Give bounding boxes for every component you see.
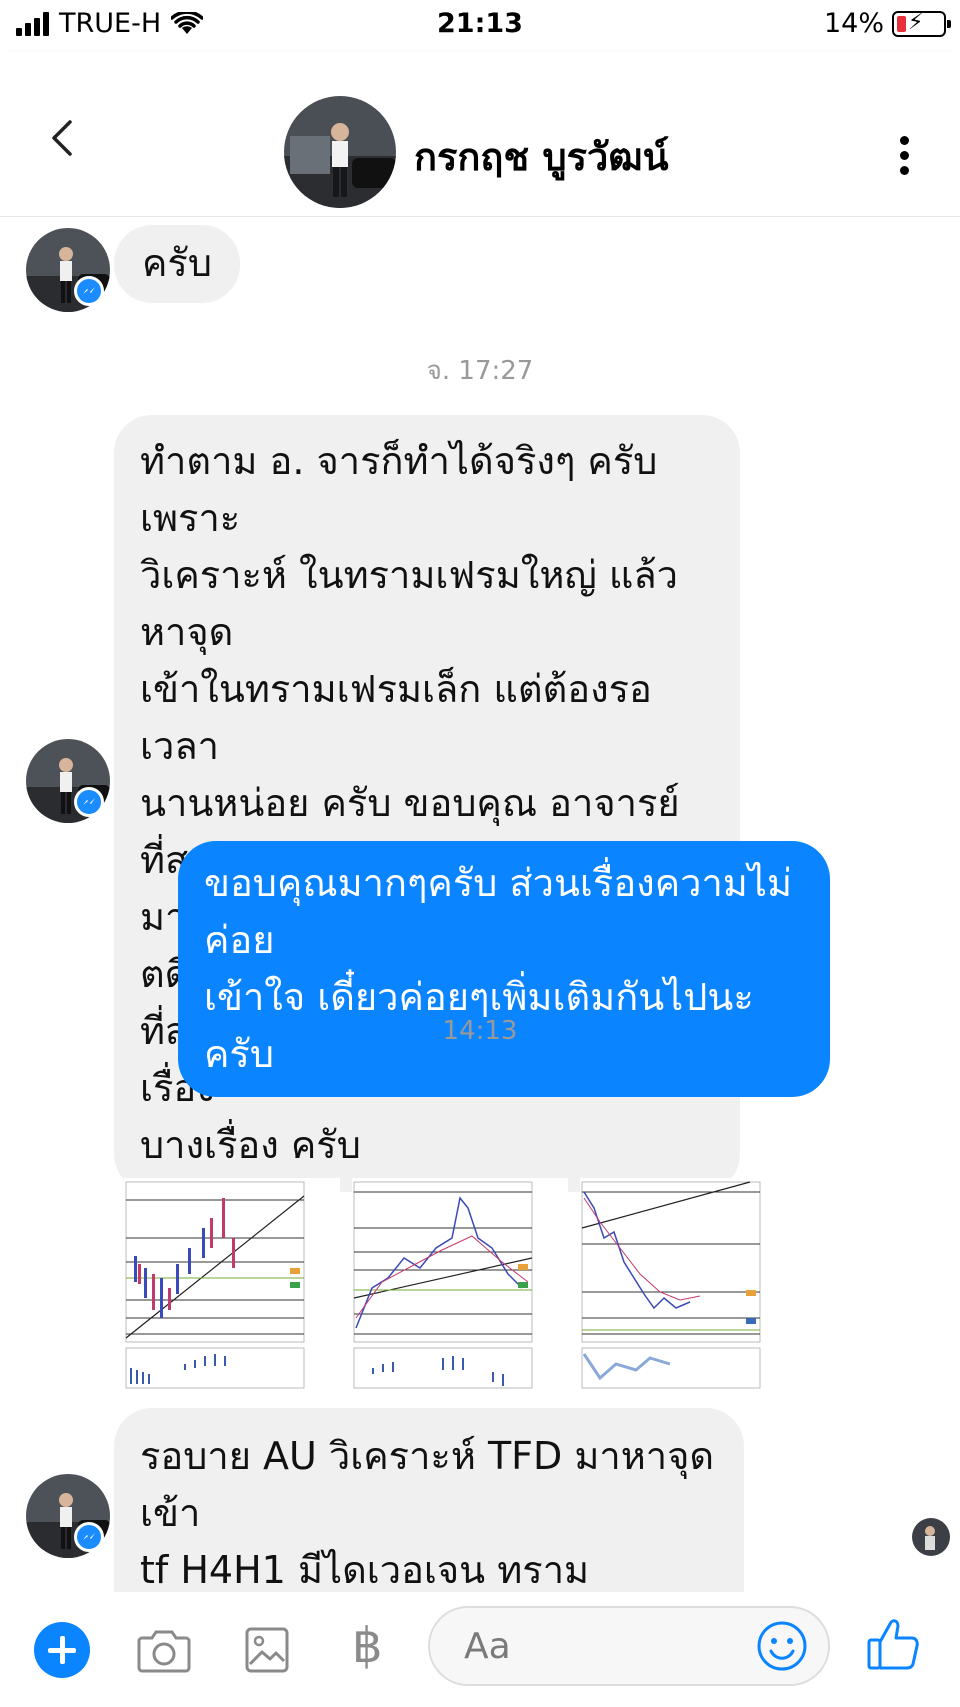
camera-icon[interactable] [136,1626,192,1674]
message-line: เข้าในทรามเฟรมเล็ก แต่ต้องรอเวลา [140,667,652,768]
message-line: วิเคราะห์ ในทรามเฟรมใหญ่ แล้วหาจุด [140,553,678,654]
seen-indicator-avatar [912,1518,950,1556]
input-placeholder: Aa [464,1626,511,1667]
status-bar: TRUE-H 21:13 14% ⚡ [0,0,960,52]
message-composer: ฿ Aa [0,1592,960,1707]
message-line: ขอบคุณมากๆครับ ส่วนเรื่องความไม่ค่อย [204,861,793,962]
photo-icon[interactable] [244,1626,290,1674]
messenger-badge-icon [74,787,104,817]
contact-avatar[interactable] [284,96,396,208]
status-right: 14% ⚡ [823,8,951,39]
thumbs-up-icon[interactable] [866,1616,920,1672]
image-attachments [124,1178,796,1400]
message-input[interactable]: Aa [428,1606,830,1686]
back-arrow-icon[interactable] [48,118,76,158]
more-options-icon[interactable] [900,136,910,175]
chart-image-attachment[interactable] [352,1178,568,1400]
plus-icon[interactable] [34,1622,90,1678]
clock: 21:13 [437,8,523,39]
chart-image-attachment[interactable] [124,1178,340,1400]
message-bubble-incoming[interactable]: ครับ [114,225,240,303]
contact-name[interactable]: กรกฤช บูรวัฒน์ [414,126,669,187]
message-text: ครับ [142,241,212,285]
battery-percent: 14% [823,8,884,39]
emoji-icon[interactable] [756,1620,808,1672]
messenger-badge-icon [74,276,104,306]
payment-baht-icon[interactable]: ฿ [352,1618,383,1674]
message-bubble-outgoing[interactable]: ขอบคุณมากๆครับ ส่วนเรื่องความไม่ค่อย เข้… [178,841,830,1097]
messenger-badge-icon [74,1522,104,1552]
message-line: ทำตาม อ. จารก็ทำได้จริงๆ ครับ เพราะ [140,439,658,540]
timestamp: 14:13 [442,1016,518,1046]
battery-icon: ⚡ [892,10,951,37]
message-line: รอบาย AU วิเคราะห์ TFD มาหาจุดเข้า [140,1434,715,1535]
message-line: บางเรื่อง ครับ [140,1123,361,1167]
chart-image-attachment[interactable] [580,1178,796,1400]
conversation-header: กรกฤช บูรวัฒน์ [0,52,960,217]
timestamp: จ. 17:27 [426,356,534,386]
